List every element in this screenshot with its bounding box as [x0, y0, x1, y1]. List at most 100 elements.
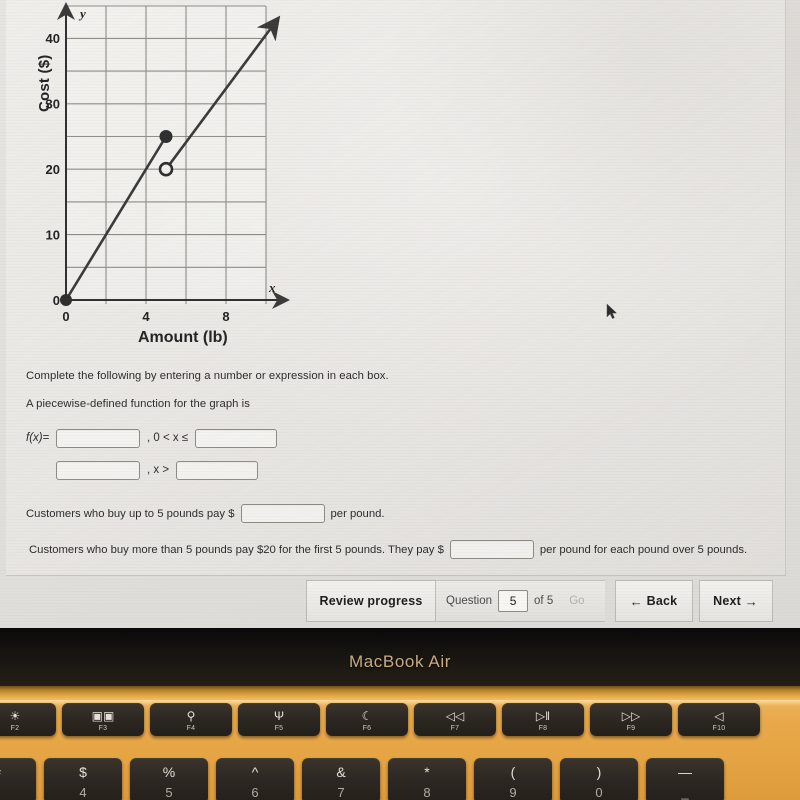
number-key-row: #3$4%5^6&7*8(9)0—_	[0, 758, 724, 800]
x-axis-title: Amount (lb)	[138, 329, 228, 346]
equals-sign: =	[42, 432, 50, 445]
instruction-text: Complete the following by entering a num…	[26, 370, 389, 382]
question-label: Question	[446, 595, 493, 607]
answer-box-rate-2[interactable]	[449, 540, 534, 559]
svg-text:10: 10	[46, 228, 60, 243]
key-digit: 5	[165, 785, 173, 800]
key-digit: 6	[251, 785, 259, 800]
key-label: F5	[274, 724, 284, 732]
arrow-right-icon: →	[744, 593, 758, 609]
key-symbol: &	[336, 764, 346, 780]
key-f9[interactable]: ▷▷ F9	[590, 703, 672, 736]
key-digit: 9	[509, 785, 517, 800]
key-9[interactable]: (9	[474, 758, 552, 800]
prompt-text: A piecewise-defined function for the gra…	[26, 398, 250, 411]
key-f6[interactable]: ☾ F6	[326, 703, 408, 736]
key-digit: _	[681, 785, 689, 800]
closed-point-5-25	[159, 130, 173, 143]
sentence-2-before: Customers who buy more than 5 pounds pay…	[29, 543, 444, 556]
key-digit: 4	[79, 785, 87, 800]
answer-box-expression-2[interactable]	[56, 460, 140, 480]
key-8[interactable]: * 8	[388, 758, 466, 800]
graph-svg: 40 30 20 10 0 0 4 8 y x	[46, 2, 290, 324]
answer-box-expression-1[interactable]	[56, 428, 140, 448]
key-3[interactable]: #3	[0, 758, 36, 800]
play-pause-icon: ▷‖	[535, 708, 551, 723]
key-f2[interactable]: ☀ F2	[0, 703, 56, 736]
y-axis-title: Cost ($)	[36, 54, 53, 112]
svg-text:20: 20	[46, 162, 60, 177]
key-digit: 7	[337, 785, 345, 800]
x-tick-labels: 0 4 8	[62, 309, 229, 324]
key-_[interactable]: — _	[646, 758, 724, 800]
answer-box-rate-1[interactable]	[240, 504, 325, 523]
mute-icon: ◁	[714, 708, 724, 723]
mouse-cursor-icon	[606, 303, 618, 319]
key-label: F7	[450, 724, 460, 732]
open-point-5-20	[158, 161, 174, 177]
condition-2-text: , x >	[147, 464, 170, 477]
screenshot-root: 40 30 20 10 0 0 4 8 y x Cost ($) Amount …	[0, 0, 800, 800]
question-navigation-bar: Review progress Question of 5 Go ← Back …	[306, 580, 773, 622]
key-symbol: ^	[251, 764, 259, 780]
svg-text:4: 4	[142, 309, 150, 324]
piecewise-answer-block: f(x)= , 0 < x ≤ , x >	[26, 428, 782, 480]
svg-text:0: 0	[62, 309, 69, 324]
brightness-icon: ☀	[9, 708, 21, 723]
fn-of-x: f(x)	[26, 432, 43, 445]
svg-text:0: 0	[53, 293, 60, 308]
condition-1-text: , 0 < x ≤	[147, 432, 189, 445]
key-f4[interactable]: ⚲ F4	[150, 703, 232, 736]
key-label: F3	[98, 724, 108, 732]
key-4[interactable]: $4	[44, 758, 122, 800]
key-f5[interactable]: Ψ F5	[238, 703, 320, 736]
key-label: F2	[10, 724, 20, 732]
key-digit: 3	[0, 786, 1, 799]
sentence-1: Customers who buy up to 5 pounds pay $ p…	[26, 504, 385, 523]
review-progress-button[interactable]: Review progress	[306, 580, 436, 622]
key-digit: 0	[595, 785, 603, 800]
back-button[interactable]: ← Back	[614, 580, 693, 622]
key-f8[interactable]: ▷‖ F8	[502, 703, 584, 736]
piecewise-row-2: , x >	[26, 460, 782, 480]
laptop-hinge	[0, 686, 800, 700]
key-f7[interactable]: ◁◁ F7	[414, 703, 496, 736]
fast-forward-icon: ▷▷	[621, 708, 641, 723]
answer-box-bound-2[interactable]	[176, 460, 259, 480]
x-axis-letter: x	[268, 280, 276, 295]
closed-point-origin	[60, 294, 72, 306]
key-symbol: #	[0, 765, 1, 779]
sentence-1-before: Customers who buy up to 5 pounds pay $	[26, 507, 235, 520]
y-axis-letter: y	[78, 6, 86, 21]
key-digit: 8	[423, 785, 431, 800]
question-number-input[interactable]	[498, 590, 529, 612]
mission-control-icon: ▣▣	[91, 708, 115, 723]
key-symbol: )	[596, 764, 602, 780]
key-f3[interactable]: ▣▣ F3	[62, 703, 144, 736]
key-symbol: $	[79, 764, 87, 780]
key-6[interactable]: ^ 6	[216, 758, 294, 800]
piecewise-function-graph: 40 30 20 10 0 0 4 8 y x Cost ($) Amount …	[20, 2, 300, 352]
key-label: F10	[712, 724, 726, 732]
key-label: F8	[538, 724, 548, 732]
key-label: F4	[186, 724, 196, 732]
function-label: f(x)=	[26, 432, 56, 444]
go-button[interactable]: Go	[559, 595, 594, 607]
microphone-icon: Ψ	[273, 708, 285, 723]
key-7[interactable]: & 7	[302, 758, 380, 800]
back-label: Back	[646, 594, 678, 608]
do-not-disturb-moon-icon: ☾	[361, 708, 373, 723]
next-button[interactable]: Next →	[698, 580, 773, 622]
question-panel: 40 30 20 10 0 0 4 8 y x Cost ($) Amount …	[6, 0, 786, 576]
key-5[interactable]: % 5	[130, 758, 208, 800]
macbook-brand-label: MacBook Air	[348, 652, 452, 671]
problem-body: Complete the following by entering a num…	[26, 368, 782, 559]
key-0[interactable]: ) 0	[560, 758, 638, 800]
question-jump-group: Question of 5 Go	[436, 580, 605, 622]
key-f10[interactable]: ◁ F10	[678, 703, 760, 736]
review-progress-label: Review progress	[319, 594, 423, 608]
arrow-left-icon: ←	[629, 593, 643, 609]
key-symbol: (	[510, 764, 516, 780]
answer-box-bound-1[interactable]	[195, 428, 278, 448]
spotlight-search-icon: ⚲	[186, 708, 196, 723]
